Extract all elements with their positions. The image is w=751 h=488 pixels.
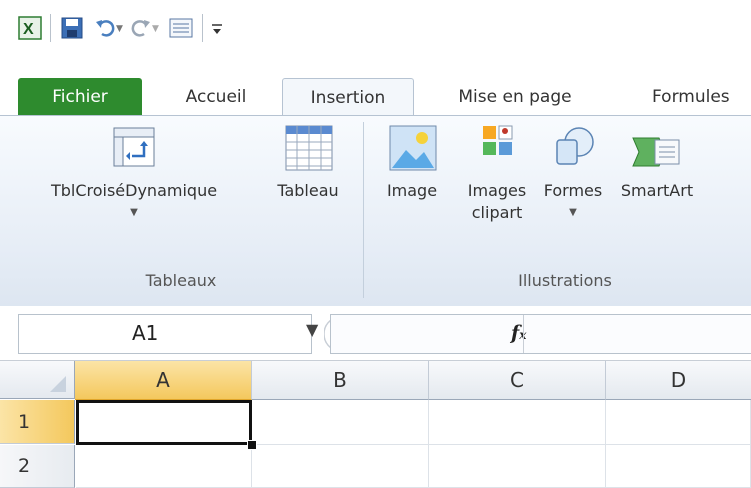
row-header-1[interactable]: 1: [0, 400, 75, 444]
smartart-label: SmartArt: [620, 181, 694, 200]
group-separator: [363, 122, 364, 298]
tab-home[interactable]: Accueil: [166, 78, 266, 116]
smartart-icon: [632, 137, 680, 167]
column-header-a[interactable]: A: [75, 361, 252, 400]
select-all-button[interactable]: [0, 361, 75, 399]
svg-text:X: X: [23, 21, 34, 38]
cell-b2[interactable]: [252, 445, 429, 488]
cell-a2[interactable]: [76, 445, 252, 488]
image-label: Image: [386, 181, 438, 200]
select-all-triangle-icon: [50, 376, 66, 392]
pivot-table-button[interactable]: TblCroiséDynamique ▼: [6, 122, 262, 224]
pivot-table-icon: [113, 127, 155, 167]
shapes-button[interactable]: Formes ▼: [536, 122, 610, 224]
tab-formulas[interactable]: Formules: [618, 78, 751, 116]
ribbon-tabs: Fichier Accueil Insertion Mise en page F…: [0, 58, 751, 116]
active-cell-a1[interactable]: [76, 400, 252, 445]
pivot-table-label: TblCroiséDynamique: [50, 181, 218, 200]
formula-input[interactable]: fx: [330, 314, 751, 354]
table-button[interactable]: Tableau: [262, 122, 354, 202]
clipart-icon: [483, 125, 513, 155]
svg-text:▼: ▼: [116, 24, 123, 34]
tab-file[interactable]: Fichier: [18, 78, 142, 116]
insert-function-icon[interactable]: fx: [511, 322, 526, 344]
qat-separator: [50, 14, 51, 42]
quick-access-toolbar: X ▼ ▼: [0, 0, 751, 58]
group-label-tables: Tableaux: [145, 271, 217, 290]
tab-page-layout[interactable]: Mise en page: [440, 78, 590, 116]
undo-icon[interactable]: ▼: [94, 16, 124, 40]
clipart-label-line2: clipart: [471, 203, 523, 222]
ribbon: TblCroiséDynamique ▼ Tableau Tableaux Im…: [0, 115, 751, 307]
cell-b1[interactable]: [252, 400, 429, 445]
formula-bar: A1 ▼ fx: [0, 306, 751, 361]
customize-qat-icon[interactable]: [210, 16, 224, 40]
fill-handle[interactable]: [247, 440, 257, 450]
shapes-label: Formes: [543, 181, 603, 200]
name-box[interactable]: A1: [18, 314, 312, 354]
column-header-d[interactable]: D: [606, 361, 751, 400]
qat-separator: [202, 14, 203, 42]
clipart-button[interactable]: Images clipart: [462, 122, 532, 224]
group-label-illustrations: Illustrations: [518, 271, 612, 290]
shapes-dropdown-icon: ▼: [569, 207, 577, 218]
pivot-table-dropdown-icon: ▼: [130, 207, 138, 218]
save-icon[interactable]: [60, 16, 84, 40]
image-icon: [389, 125, 437, 171]
cell-d2[interactable]: [606, 445, 751, 488]
image-button[interactable]: Image: [374, 122, 450, 202]
excel-logo-icon[interactable]: X: [18, 16, 44, 40]
smartart-button[interactable]: SmartArt: [612, 122, 702, 202]
tab-insert[interactable]: Insertion: [282, 78, 414, 116]
name-box-value: A1: [132, 321, 159, 345]
row-header-2[interactable]: 2: [0, 445, 75, 488]
cell-c2[interactable]: [429, 445, 606, 488]
name-box-dropdown-icon[interactable]: ▼: [306, 320, 318, 339]
column-header-c[interactable]: C: [429, 361, 606, 400]
table-icon: [285, 125, 333, 171]
redo-icon[interactable]: ▼: [130, 16, 160, 40]
shapes-icon: [556, 127, 594, 165]
worksheet-grid: A B C D 1 2: [0, 361, 751, 488]
column-header-b[interactable]: B: [252, 361, 429, 400]
formula-separator: [523, 315, 524, 353]
svg-text:▼: ▼: [152, 24, 159, 34]
cell-d1[interactable]: [606, 400, 751, 445]
cell-c1[interactable]: [429, 400, 606, 445]
form-icon[interactable]: [168, 16, 194, 40]
clipart-label-line1: Images: [467, 181, 527, 200]
table-label: Tableau: [277, 181, 339, 200]
